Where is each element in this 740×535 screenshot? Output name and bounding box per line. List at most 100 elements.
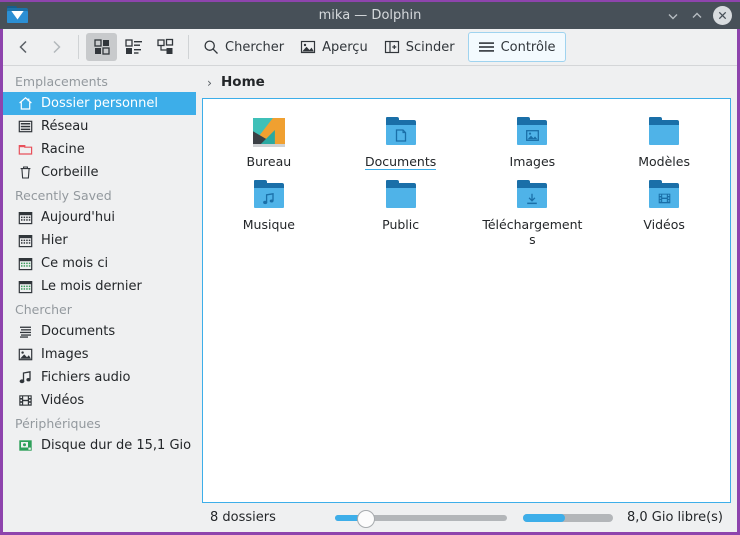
search-button-label: Chercher: [225, 39, 285, 55]
content-split: Emplacements Dossier personnel Réseau Ra…: [3, 66, 737, 532]
file-item-label: Documents: [364, 154, 437, 170]
split-view-icon: [384, 39, 400, 55]
file-item-images[interactable]: Images: [467, 109, 599, 170]
breadcrumb[interactable]: › Home: [202, 66, 731, 98]
sidebar-item-label: Dossier personnel: [41, 96, 159, 111]
toolbar-separator-2: [188, 35, 189, 59]
free-space-label: 8,0 Gio libre(s): [626, 510, 723, 525]
free-space-fill: [522, 513, 565, 522]
folder-downloads-icon: [514, 178, 550, 212]
folder-plain-icon: [646, 115, 682, 149]
compact-view-button[interactable]: [118, 33, 149, 61]
sidebar-item-search-audio[interactable]: Fichiers audio: [3, 366, 200, 389]
desktop-picture-icon: [251, 115, 287, 149]
file-item-label: Bureau: [246, 154, 292, 169]
item-count-label: 8 dossiers: [210, 510, 276, 525]
harddisk-icon: [17, 438, 33, 454]
sidebar-item-search-images[interactable]: Images: [3, 343, 200, 366]
folder-images-icon: [514, 115, 550, 149]
file-item-musique[interactable]: Musique: [203, 172, 335, 247]
sidebar-item-label: Documents: [41, 324, 116, 339]
dolphin-window: mika — Dolphin Chercher Aperçu Scinder C…: [0, 0, 740, 535]
places-sidebar: Emplacements Dossier personnel Réseau Ra…: [3, 66, 200, 532]
sidebar-item-disque-dur[interactable]: Disque dur de 15,1 Gio: [3, 434, 200, 457]
sidebar-item-label: Le mois dernier: [41, 279, 142, 294]
sidebar-item-ce-mois-ci[interactable]: Ce mois ci: [3, 252, 200, 275]
audio-icon: [17, 370, 33, 386]
sidebar-item-corbeille[interactable]: Corbeille: [3, 161, 200, 184]
maximize-icon[interactable]: [686, 5, 708, 27]
icons-view-button[interactable]: [86, 33, 117, 61]
minimize-icon[interactable]: [662, 5, 684, 27]
folder-plain-icon: [383, 178, 419, 212]
sidebar-item-label: Aujourd'hui: [41, 210, 115, 225]
sidebar-item-label: Réseau: [41, 119, 89, 134]
control-menu-label: Contrôle: [500, 39, 556, 55]
sidebar-item-hier[interactable]: Hier: [3, 229, 200, 252]
sidebar-item-label: Corbeille: [41, 165, 99, 180]
file-item-public[interactable]: Public: [335, 172, 467, 247]
sidebar-item-le-mois-dernier[interactable]: Le mois dernier: [3, 275, 200, 298]
control-menu-button[interactable]: Contrôle: [467, 32, 566, 62]
split-button-label: Scinder: [405, 39, 455, 55]
main-toolbar: Chercher Aperçu Scinder Contrôle: [3, 29, 737, 66]
view-mode-group: [86, 33, 181, 61]
sidebar-item-racine[interactable]: Racine: [3, 138, 200, 161]
back-button[interactable]: [9, 33, 39, 61]
image-icon: [17, 347, 33, 363]
file-item-label: Public: [382, 217, 420, 232]
free-space-bar: [522, 513, 613, 522]
details-view-button[interactable]: [150, 33, 181, 61]
sidebar-group-title-devices: Périphériques: [15, 416, 101, 431]
document-icon: [17, 324, 33, 340]
file-item-label: Musique: [242, 217, 295, 232]
zoom-slider[interactable]: [334, 509, 507, 528]
sidebar-item-label: Disque dur de 15,1 Gio: [41, 438, 192, 453]
sidebar-item-search-documents[interactable]: Documents: [3, 320, 200, 343]
forward-button[interactable]: [41, 33, 71, 61]
sidebar-group-title-places: Emplacements: [15, 74, 108, 89]
search-icon: [203, 39, 219, 55]
file-item-telechargements[interactable]: Téléchargements: [467, 172, 599, 247]
calendar-icon: [17, 256, 33, 272]
close-icon[interactable]: [713, 6, 732, 25]
file-item-label: Vidéos: [643, 217, 685, 232]
breadcrumb-separator-icon: ›: [207, 74, 212, 90]
sidebar-item-label: Ce mois ci: [41, 256, 109, 271]
title-bar[interactable]: mika — Dolphin: [0, 0, 740, 29]
file-item-videos[interactable]: Vidéos: [598, 172, 730, 247]
toolbar-separator: [78, 35, 79, 59]
sidebar-item-label: Vidéos: [41, 393, 85, 408]
sidebar-item-aujourdhui[interactable]: Aujourd'hui: [3, 206, 200, 229]
file-item-label: Images: [509, 154, 556, 169]
sidebar-item-reseau[interactable]: Réseau: [3, 115, 200, 138]
hamburger-menu-icon: [478, 39, 495, 55]
trash-icon: [17, 165, 33, 181]
sidebar-group-title-search: Chercher: [15, 302, 72, 317]
sidebar-item-dossier-personnel[interactable]: Dossier personnel: [3, 92, 196, 115]
sidebar-item-label: Images: [41, 347, 89, 362]
window-title: mika — Dolphin: [318, 8, 422, 23]
split-button[interactable]: Scinder: [377, 33, 462, 61]
network-icon: [17, 119, 33, 135]
status-bar: 8 dossiers 8,0 Gio libre(s): [202, 503, 731, 532]
sidebar-item-label: Fichiers audio: [41, 370, 131, 385]
root-folder-icon: [17, 142, 33, 158]
folder-app-icon: [7, 5, 29, 26]
preview-button-label: Aperçu: [322, 39, 368, 55]
folder-music-icon: [251, 178, 287, 212]
preview-button[interactable]: Aperçu: [293, 33, 375, 61]
sidebar-group-title-recent: Recently Saved: [15, 188, 112, 203]
search-button[interactable]: Chercher: [196, 33, 291, 61]
sidebar-item-search-videos[interactable]: Vidéos: [3, 389, 200, 412]
zoom-slider-handle[interactable]: [356, 509, 375, 528]
sidebar-item-label: Hier: [41, 233, 68, 248]
video-icon: [17, 393, 33, 409]
home-icon: [17, 96, 33, 112]
file-item-bureau[interactable]: Bureau: [203, 109, 335, 170]
calendar-icon: [17, 210, 33, 226]
file-item-modeles[interactable]: Modèles: [598, 109, 730, 170]
file-list-view[interactable]: Bureau Documents Images Modèles Musique …: [202, 98, 731, 503]
file-item-documents[interactable]: Documents: [335, 109, 467, 170]
breadcrumb-current[interactable]: Home: [221, 74, 265, 90]
